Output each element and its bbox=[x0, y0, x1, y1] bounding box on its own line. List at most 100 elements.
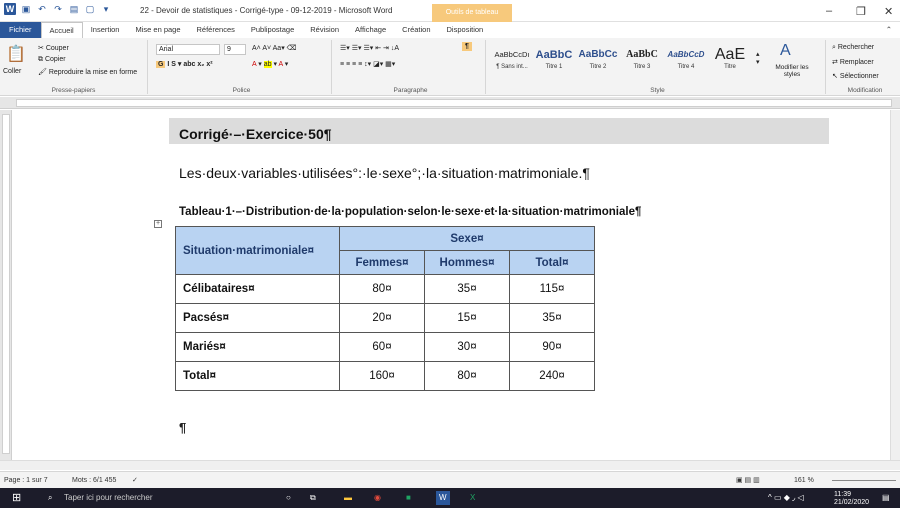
font-name-select[interactable]: Arial bbox=[156, 44, 220, 55]
brush-icon: 🖌 bbox=[38, 69, 49, 76]
style-heading4[interactable]: AaBbCcD Titre 4 bbox=[666, 46, 706, 80]
list-icons[interactable]: ☰▾ ☰▾ ☰▾ ⇤ ⇥ ↓A bbox=[340, 44, 399, 52]
table-cell[interactable]: 115¤ bbox=[509, 274, 595, 304]
word-icon[interactable]: W bbox=[4, 3, 16, 15]
notifications-icon[interactable]: ▤ bbox=[882, 491, 890, 505]
align-icons[interactable]: ≡ ≡ ≡ ≡ ↕▾ ◪▾ ▦▾ bbox=[340, 60, 395, 68]
style-heading3[interactable]: AaBbC Titre 3 bbox=[622, 46, 662, 80]
word-count[interactable]: Mots : 6/1 455 bbox=[72, 472, 116, 489]
clock[interactable]: 11:39 21/02/2020 bbox=[834, 491, 869, 506]
print-preview-icon[interactable]: ▤ bbox=[68, 3, 80, 15]
row-label[interactable]: Célibataires¤ bbox=[175, 274, 340, 304]
undo-icon[interactable]: ↶ bbox=[36, 3, 48, 15]
row-label[interactable]: Total¤ bbox=[175, 361, 340, 391]
redo-icon[interactable]: ↷ bbox=[52, 3, 64, 15]
table-move-handle-icon[interactable]: + bbox=[154, 220, 162, 228]
excel-taskbar-icon[interactable]: X bbox=[470, 491, 475, 505]
column-header-women[interactable]: Femmes¤ bbox=[339, 250, 425, 275]
table-cell[interactable]: 80¤ bbox=[339, 274, 425, 304]
restore-icon[interactable]: ❐ bbox=[856, 5, 866, 18]
paste-button[interactable]: Coller bbox=[3, 68, 21, 75]
select-button[interactable]: ↖ Sélectionner bbox=[832, 72, 879, 80]
table-cell[interactable]: 20¤ bbox=[339, 303, 425, 333]
document-canvas[interactable]: Corrigé·–·Exercice·50¶ Les·deux·variable… bbox=[13, 110, 890, 460]
quick-access-toolbar: W ▣ ↶ ↷ ▤ ▢ ▾ bbox=[4, 3, 112, 15]
table-cell[interactable]: 30¤ bbox=[424, 332, 510, 362]
chrome-icon[interactable]: ◉ bbox=[374, 491, 381, 505]
format-painter-button[interactable]: 🖌 Reproduire la mise en forme bbox=[38, 68, 137, 76]
table-cell[interactable]: 15¤ bbox=[424, 303, 510, 333]
vertical-scrollbar[interactable] bbox=[890, 110, 900, 460]
style-heading2[interactable]: AaBbCc Titre 2 bbox=[578, 46, 618, 80]
table-caption[interactable]: Tableau·1·–·Distribution·de·la·populatio… bbox=[179, 206, 641, 218]
app-icon[interactable]: ■ bbox=[406, 491, 411, 505]
close-icon[interactable]: ✕ bbox=[884, 5, 893, 18]
new-document-icon[interactable]: ▢ bbox=[84, 3, 96, 15]
page-indicator[interactable]: Page : 1 sur 7 bbox=[4, 472, 48, 489]
horizontal-scrollbar[interactable] bbox=[0, 460, 900, 470]
tab-design[interactable]: Création bbox=[394, 22, 438, 38]
row-label[interactable]: Mariés¤ bbox=[175, 332, 340, 362]
table-cell[interactable]: 240¤ bbox=[509, 361, 595, 391]
table-cell[interactable]: 90¤ bbox=[509, 332, 595, 362]
table-cell[interactable]: 35¤ bbox=[424, 274, 510, 304]
row-label[interactable]: Pacsés¤ bbox=[175, 303, 340, 333]
document-heading[interactable]: Corrigé·–·Exercice·50¶ bbox=[179, 126, 332, 142]
table-cell[interactable]: 160¤ bbox=[339, 361, 425, 391]
paragraph-group: ☰▾ ☰▾ ☰▾ ⇤ ⇥ ↓A ¶ ≡ ≡ ≡ ≡ ↕▾ ◪▾ ▦▾ Parag… bbox=[336, 40, 486, 94]
column-header-men[interactable]: Hommes¤ bbox=[424, 250, 510, 275]
tab-home[interactable]: Accueil bbox=[40, 22, 83, 38]
row-header-cell[interactable]: Situation·matrimoniale¤ bbox=[175, 226, 340, 275]
style-no-spacing[interactable]: AaBbCcDı ¶ Sans int... bbox=[492, 46, 532, 80]
column-header-total[interactable]: Total¤ bbox=[509, 250, 595, 275]
highlight-color-icons[interactable]: A ▾ ab ▾ A ▾ bbox=[252, 60, 288, 68]
minimize-icon[interactable]: – bbox=[826, 5, 832, 17]
styles-scroll-icon[interactable]: ▴ ▾ bbox=[756, 50, 760, 66]
file-explorer-icon[interactable]: ▬ bbox=[344, 491, 352, 505]
style-title[interactable]: AaE Titre bbox=[710, 46, 750, 80]
taskbar-search-box[interactable]: Taper ici pour rechercher bbox=[64, 491, 152, 505]
tab-file[interactable]: Fichier bbox=[0, 22, 41, 38]
taskbar-search-icon[interactable]: ⌕ bbox=[48, 491, 52, 505]
zoom-slider[interactable] bbox=[832, 480, 896, 481]
modify-styles-button[interactable]: Modifier les styles bbox=[772, 64, 812, 78]
table-cell[interactable]: 80¤ bbox=[424, 361, 510, 391]
cut-button[interactable]: ✂ Couper bbox=[38, 44, 69, 52]
copy-button[interactable]: ⧉ Copier bbox=[38, 56, 66, 64]
zoom-level[interactable]: 161 % bbox=[794, 472, 814, 489]
intro-paragraph[interactable]: Les·deux·variables·utilisées°:·le·sexe°;… bbox=[179, 165, 590, 181]
system-tray-icons[interactable]: ^ ▭ ◆ ◞ ◁ bbox=[768, 491, 804, 505]
ruler-scale[interactable] bbox=[16, 99, 892, 107]
word-taskbar-icon[interactable]: W bbox=[436, 491, 450, 505]
show-marks-button[interactable]: ¶ bbox=[462, 42, 472, 51]
modify-styles-icon[interactable]: A bbox=[780, 42, 791, 60]
cortana-icon[interactable]: ○ bbox=[286, 491, 291, 505]
style-heading1[interactable]: AaBbC Titre 1 bbox=[534, 46, 574, 80]
tab-insert[interactable]: Insertion bbox=[83, 22, 128, 38]
tab-layout[interactable]: Mise en page bbox=[127, 22, 188, 38]
task-view-icon[interactable]: ⧉ bbox=[310, 491, 316, 505]
view-mode-icons[interactable]: ▣ ▤ ▥ bbox=[736, 472, 760, 489]
text-format-icons[interactable]: G I S ▾ abc x₂ x² bbox=[156, 60, 213, 68]
styles-group: AaBbCcDı ¶ Sans int... AaBbC Titre 1 AaBbC… bbox=[490, 40, 826, 94]
proofing-icon[interactable]: ✓ bbox=[132, 472, 138, 489]
help-icon[interactable]: ⌃ bbox=[878, 22, 900, 38]
sex-group-header[interactable]: Sexe¤ bbox=[339, 226, 595, 251]
replace-button[interactable]: ⇄ Remplacer bbox=[832, 58, 874, 66]
tab-review[interactable]: Révision bbox=[302, 22, 347, 38]
save-icon[interactable]: ▣ bbox=[20, 3, 32, 15]
tab-mailings[interactable]: Publipostage bbox=[243, 22, 302, 38]
table-cell[interactable]: 60¤ bbox=[339, 332, 425, 362]
grow-shrink-font-icons[interactable]: A˄ A˅ Aa▾ ⌫ bbox=[252, 44, 297, 52]
font-size-select[interactable]: 9 bbox=[224, 44, 246, 55]
customize-qat-icon[interactable]: ▾ bbox=[100, 3, 112, 15]
paragraph-mark[interactable]: ¶ bbox=[179, 420, 186, 435]
paste-icon[interactable]: 📋 bbox=[6, 44, 26, 64]
tab-view[interactable]: Affichage bbox=[347, 22, 394, 38]
tab-table-layout[interactable]: Disposition bbox=[439, 22, 492, 38]
tab-references[interactable]: Références bbox=[189, 22, 243, 38]
windows-start-icon[interactable]: ⊞ bbox=[12, 491, 21, 505]
find-button[interactable]: ⌕ Rechercher bbox=[832, 44, 874, 52]
table-cell[interactable]: 35¤ bbox=[509, 303, 595, 333]
distribution-table[interactable]: Situation·matrimoniale¤ Sexe¤ Femmes¤ Ho… bbox=[175, 226, 595, 391]
